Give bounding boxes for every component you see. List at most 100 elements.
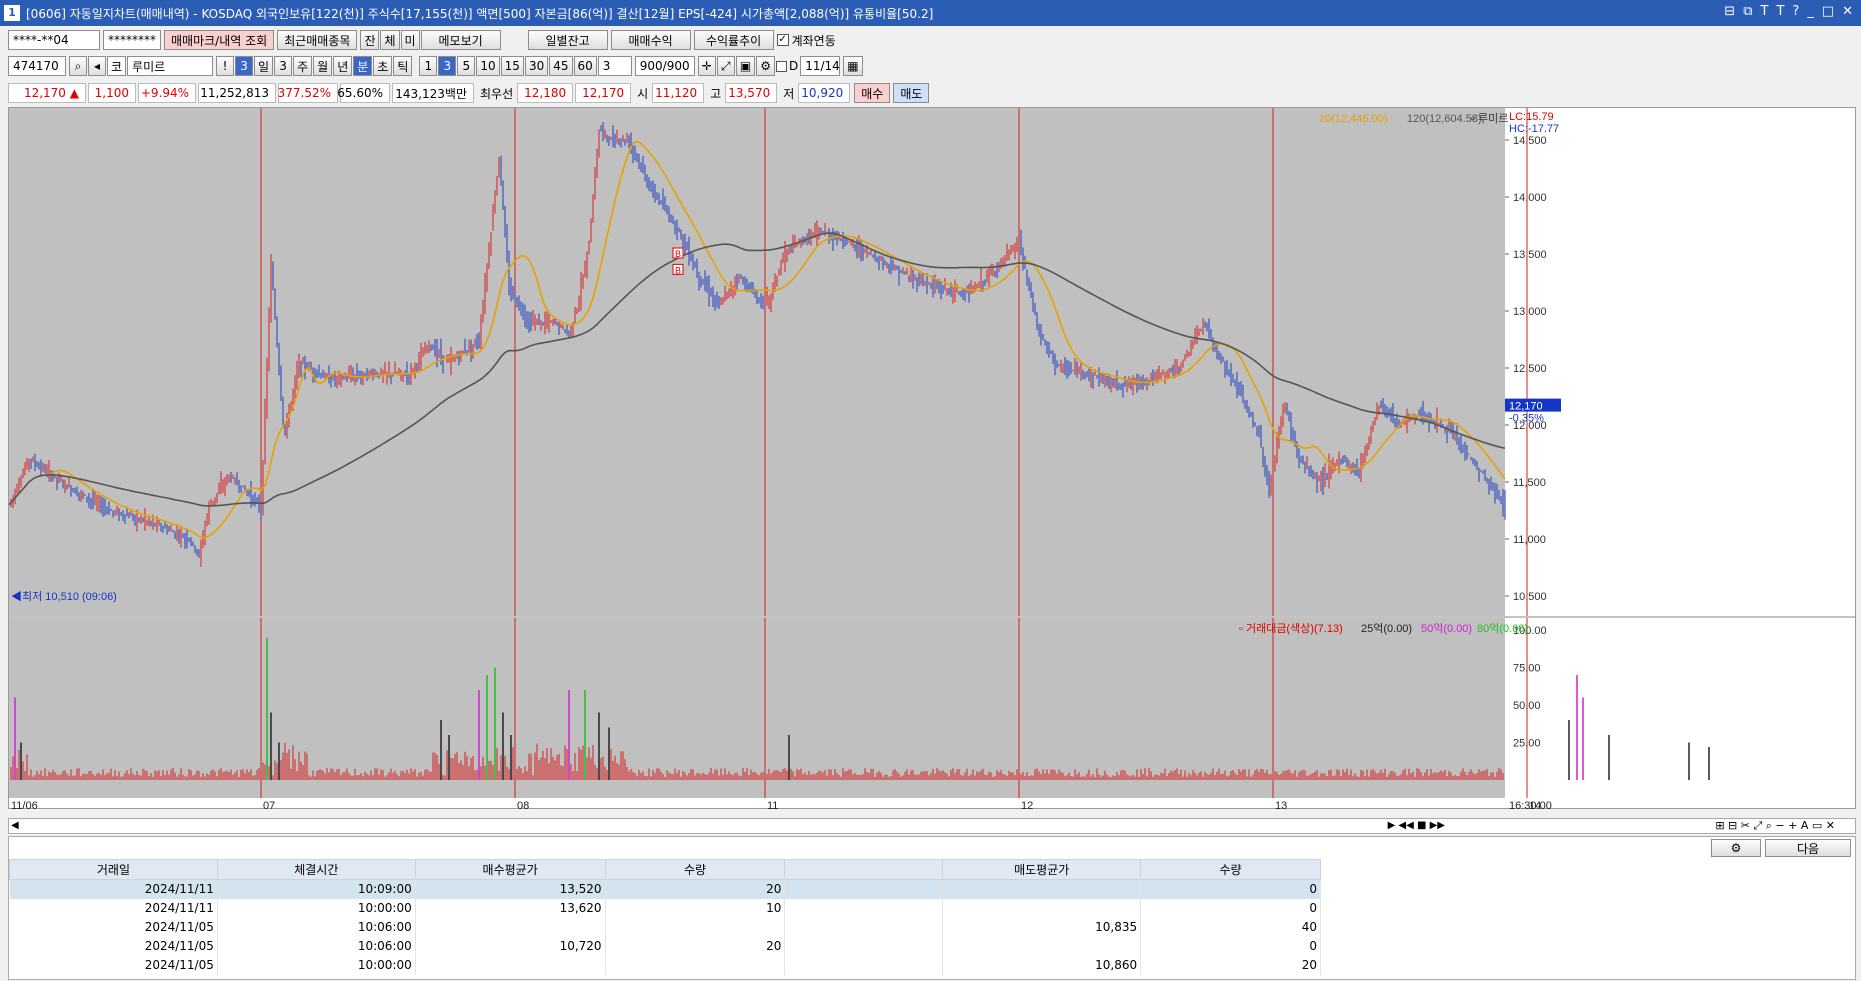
minute-3[interactable]: 3 bbox=[438, 56, 457, 76]
minute-45[interactable]: 45 bbox=[549, 56, 573, 76]
table-cell bbox=[784, 917, 944, 937]
chart-tools-icons[interactable]: ⊞ ⊟ ✂ ⤢ ⌕ − + A ▭ ✕ bbox=[1715, 819, 1835, 833]
interval-input[interactable]: 3 bbox=[597, 56, 632, 76]
open-price: 11,120 bbox=[652, 83, 705, 103]
recent-trade-button[interactable]: 최근매매종목 bbox=[277, 30, 358, 50]
font-small-icon[interactable]: T bbox=[1776, 4, 1784, 19]
period-day[interactable]: 일 bbox=[254, 56, 274, 76]
col-sell-avg: 매도평균가 bbox=[942, 859, 1142, 880]
buy-button[interactable]: 매수 bbox=[854, 83, 891, 103]
buy-marker-label: B bbox=[675, 249, 681, 259]
settings-icon[interactable]: ⚙ bbox=[1711, 839, 1761, 857]
n-select[interactable]: 3 bbox=[235, 56, 254, 76]
minimize-icon[interactable]: _ bbox=[1807, 4, 1814, 19]
period-week[interactable]: 주 bbox=[293, 56, 313, 76]
table-cell: 0 bbox=[1140, 898, 1321, 918]
gear-icon[interactable]: ⚙ bbox=[756, 56, 775, 76]
minute-60[interactable]: 60 bbox=[573, 56, 597, 76]
trend-icon[interactable]: ⤢ bbox=[716, 56, 735, 76]
search-icon[interactable]: ⌕ bbox=[69, 56, 87, 76]
y-tick-label: 14,000 bbox=[1513, 192, 1547, 204]
table-row[interactable]: 2024/11/11 10:00:00 13,620 10 0 bbox=[9, 898, 1321, 918]
table-cell bbox=[942, 936, 1142, 956]
high-label: 고 bbox=[710, 86, 722, 101]
return-trend-button[interactable]: 수익률추이 bbox=[693, 30, 774, 50]
date-field[interactable]: 11/14 bbox=[800, 56, 841, 76]
best-bid: 12,170 bbox=[575, 83, 632, 103]
table-cell: 0 bbox=[1140, 936, 1321, 956]
play-controls[interactable]: ▶ ◀◀ ■ ▶▶ bbox=[1388, 820, 1445, 831]
table-row[interactable]: 2024/11/05 10:06:00 10,835 40 bbox=[9, 917, 1321, 937]
bar-count-field[interactable]: 900/900 bbox=[634, 56, 695, 76]
help-icon[interactable]: ? bbox=[1792, 4, 1799, 19]
x-tick-label: 11 bbox=[767, 800, 778, 812]
table-cell: 2024/11/11 bbox=[9, 879, 218, 899]
close-icon[interactable]: ✕ bbox=[1842, 4, 1853, 19]
period-year[interactable]: 년 bbox=[333, 56, 353, 76]
low-label: 저 bbox=[783, 86, 795, 101]
table-cell bbox=[784, 879, 944, 899]
col-time: 체결시간 bbox=[216, 859, 416, 880]
chart-scrollbar[interactable]: ◀ ▶ ◀◀ ■ ▶▶ ⊞ ⊟ ✂ ⤢ ⌕ − + A ▭ ✕ bbox=[8, 818, 1856, 834]
tile-icon[interactable]: ⊟ bbox=[1724, 4, 1735, 19]
period-day-n[interactable]: 3 bbox=[274, 56, 293, 76]
tab-unfilled[interactable]: 미 bbox=[400, 30, 420, 50]
speaker-icon[interactable]: ◂ bbox=[88, 56, 106, 76]
tab-balance[interactable]: 잔 bbox=[360, 30, 380, 50]
minute-1[interactable]: 1 bbox=[419, 56, 438, 76]
market-label: 코 bbox=[107, 56, 127, 76]
period-tick[interactable]: 틱 bbox=[393, 56, 413, 76]
account-select[interactable]: ****-**04 bbox=[8, 30, 100, 50]
col-buy-qty: 수량 bbox=[604, 859, 786, 880]
volume-chart[interactable]: 100.0075.0050.0025.00▫ 거래대금(색상)(7.13) 25억… bbox=[9, 618, 1855, 798]
table-cell: 2024/11/11 bbox=[9, 898, 218, 918]
window-number: 1 bbox=[4, 5, 20, 21]
price-chart[interactable]: 14,50014,00013,50013,00012,50012,00011,5… bbox=[9, 108, 1855, 618]
font-icon[interactable]: T bbox=[1760, 4, 1768, 19]
chart-panel[interactable]: 14,500 14,000 13,500 13,000 12,500 12,000 11,5… bbox=[8, 107, 1856, 812]
trade-amount: 143,123백만 bbox=[392, 83, 474, 103]
account-link-checkbox[interactable]: ✓ 계좌연동 bbox=[776, 32, 836, 49]
daily-balance-button[interactable]: 일별잔고 bbox=[527, 30, 608, 50]
minute-5[interactable]: 5 bbox=[457, 56, 476, 76]
table-row[interactable]: 2024/11/05 10:06:00 10,720 20 0 bbox=[9, 936, 1321, 956]
alert-button[interactable]: ! bbox=[216, 56, 235, 76]
d-checkbox[interactable]: D bbox=[775, 59, 798, 73]
minute-30[interactable]: 30 bbox=[524, 56, 549, 76]
memo-button[interactable]: 메모보기 bbox=[420, 30, 501, 50]
trade-profit-button[interactable]: 매매수익 bbox=[610, 30, 691, 50]
save-icon[interactable]: ▣ bbox=[735, 56, 756, 76]
x-tick-label: 12 bbox=[1021, 800, 1033, 812]
minute-10[interactable]: 10 bbox=[476, 56, 500, 76]
vol-tick-label: 25.00 bbox=[1513, 738, 1541, 750]
quote-bar: 12,170 ▲ 1,100 +9.94% 11,252,813 377.52%… bbox=[0, 82, 1861, 104]
period-month[interactable]: 월 bbox=[313, 56, 333, 76]
stock-name-field[interactable]: 루미르 bbox=[127, 56, 214, 76]
password-field[interactable]: ******** bbox=[103, 30, 161, 50]
tab-filled[interactable]: 체 bbox=[380, 30, 400, 50]
open-label: 시 bbox=[637, 86, 649, 101]
y-tick-label: 13,000 bbox=[1513, 306, 1547, 318]
hc-label: HC:-17.77 bbox=[1509, 123, 1559, 135]
table-row[interactable]: 2024/11/11 10:09:00 13,520 20 0 bbox=[9, 879, 1321, 899]
table-row[interactable]: 2024/11/05 10:00:00 10,860 20 bbox=[9, 955, 1321, 975]
crosshair-icon[interactable]: ✛ bbox=[697, 56, 716, 76]
period-second[interactable]: 초 bbox=[373, 56, 393, 76]
best-label: 최우선 bbox=[480, 86, 514, 101]
table-cell bbox=[942, 898, 1142, 918]
toolbar-account: ****-**04 ******** 매매마크/내역 조회 최근매매종목 잔 체… bbox=[0, 29, 1861, 51]
restore-icon[interactable]: ⧉ bbox=[1743, 4, 1752, 19]
next-button[interactable]: 다음 bbox=[1765, 839, 1851, 857]
buy-marker-label: B bbox=[675, 265, 681, 275]
period-minute[interactable]: 분 bbox=[353, 56, 373, 76]
minute-15[interactable]: 15 bbox=[500, 56, 524, 76]
high-price: 13,570 bbox=[725, 83, 778, 103]
table-cell: 10:00:00 bbox=[217, 898, 416, 918]
price-badge-label: 12,170 bbox=[1509, 401, 1543, 413]
stock-code-input[interactable]: 474170 bbox=[8, 56, 66, 76]
sell-button[interactable]: 매도 bbox=[893, 83, 930, 103]
calendar-icon[interactable]: ▦ bbox=[843, 56, 863, 76]
trade-mark-button[interactable]: 매매마크/내역 조회 bbox=[164, 30, 275, 50]
maximize-icon[interactable]: □ bbox=[1822, 4, 1834, 19]
scroll-left-icon[interactable]: ◀ bbox=[11, 820, 19, 831]
